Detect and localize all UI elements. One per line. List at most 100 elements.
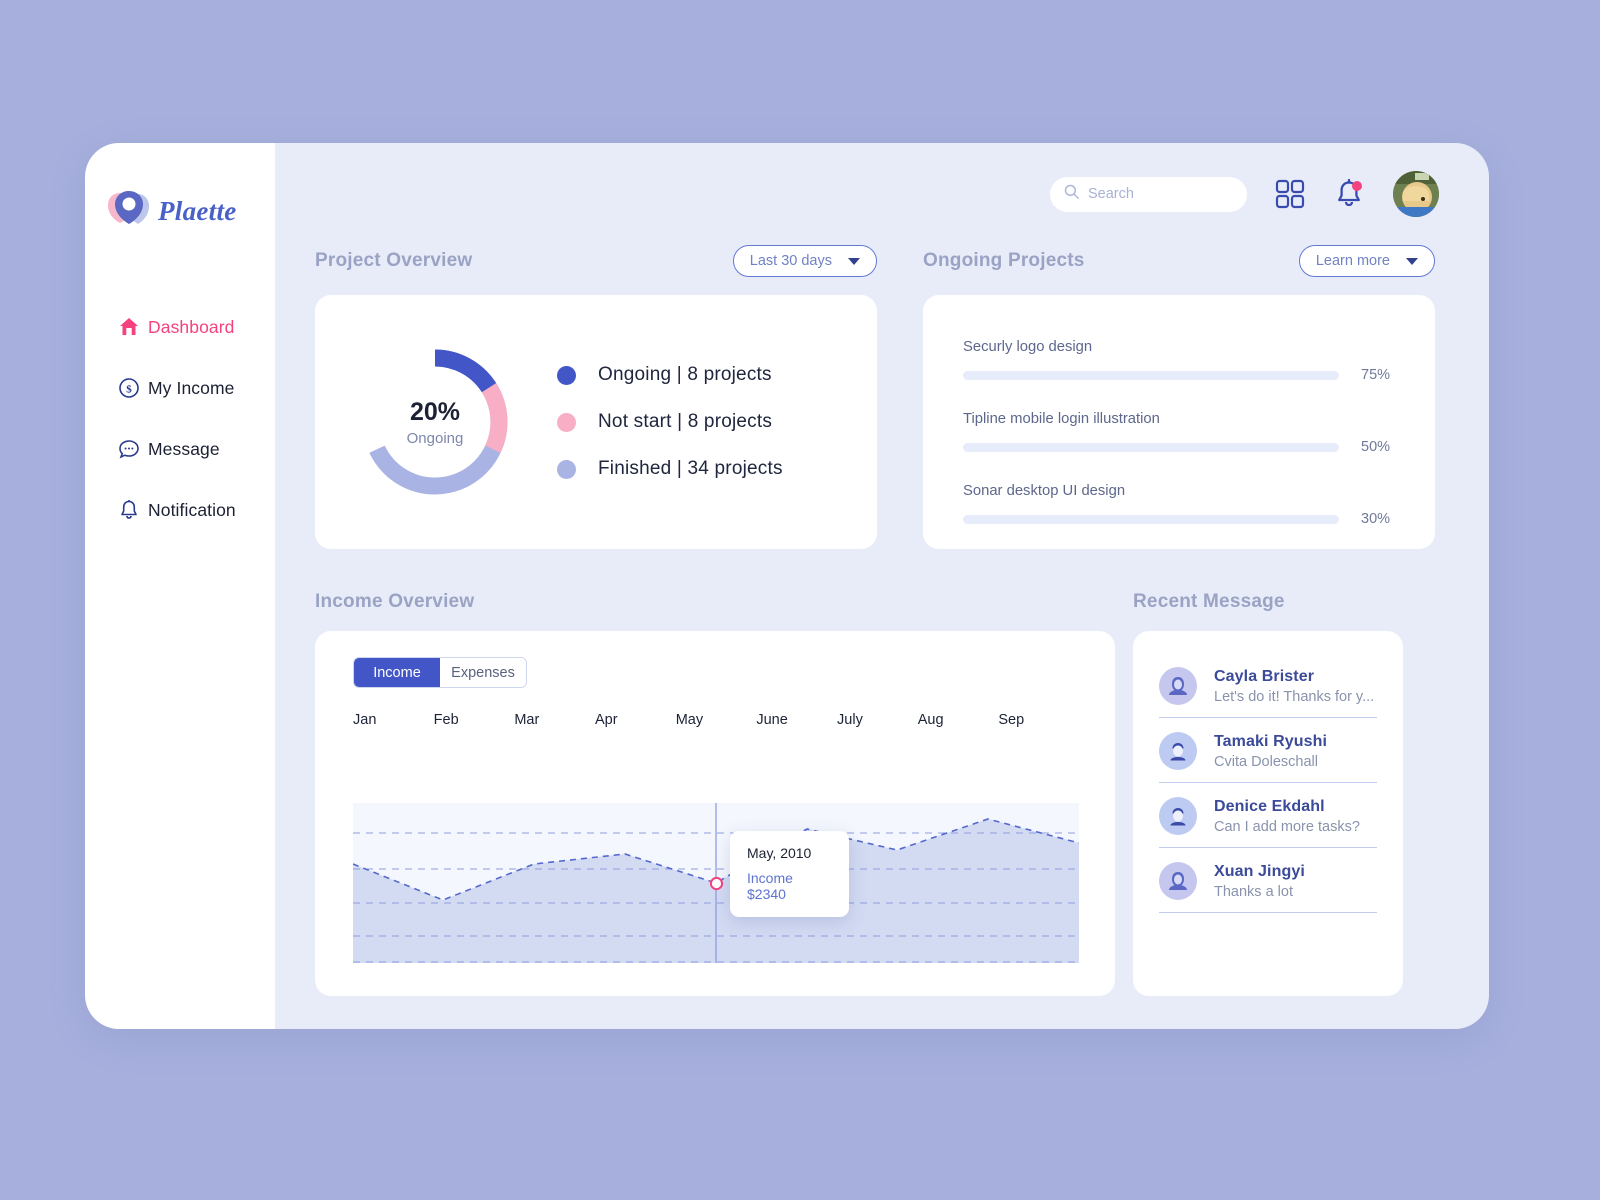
income-overview-panel: Income Overview Income Expenses Jan Feb …	[315, 591, 1115, 996]
chart-x-axis-labels: Jan Feb Mar Apr May June July Aug Sep	[353, 712, 1079, 728]
grid-apps-icon[interactable]	[1275, 179, 1305, 209]
legend-dot-not-start	[557, 412, 576, 432]
chat-bubble-icon	[118, 438, 148, 460]
ongoing-projects-header: Ongoing Projects Learn more	[923, 245, 1435, 277]
income-overview-card: Income Expenses Jan Feb Mar Apr May June…	[315, 631, 1115, 996]
svg-text:$: $	[126, 383, 132, 395]
sidebar-item-dashboard[interactable]: Dashboard	[85, 304, 275, 350]
project-overview-title: Project Overview	[315, 250, 473, 271]
date-range-label: Last 30 days	[749, 253, 832, 269]
x-tick: Aug	[917, 712, 944, 728]
notification-badge	[1352, 181, 1362, 191]
list-item[interactable]: Tamaki Ryushi Cvita Doleschall	[1159, 718, 1377, 783]
legend-dot-ongoing	[557, 365, 576, 385]
sidebar: Plaette Dashboard $ My Income Message No…	[85, 143, 275, 1029]
ongoing-projects-title: Ongoing Projects	[923, 250, 1085, 271]
x-tick: Apr	[595, 712, 618, 728]
x-tick: Mar	[514, 712, 540, 728]
sidebar-item-label: Notification	[148, 499, 236, 520]
project-progress-row: Securly logo design 75%	[963, 339, 1395, 383]
message-sender: Tamaki Ryushi	[1214, 732, 1328, 750]
income-overview-title: Income Overview	[315, 591, 475, 612]
message-preview: Cvita Doleschall	[1214, 753, 1318, 770]
income-area-chart	[352, 803, 1080, 963]
project-progress-row: Tipline mobile login illustration 50%	[963, 411, 1395, 455]
project-progress-row: Sonar desktop UI design 30%	[963, 483, 1395, 527]
tooltip-date: May, 2010	[747, 845, 812, 861]
legend-item: Not start | 8 projects	[557, 399, 783, 446]
income-expense-tabs: Income Expenses	[353, 657, 527, 688]
search-input[interactable]	[1088, 186, 1233, 202]
donut-center-caption: Ongoing	[406, 430, 464, 447]
dollar-circle-icon: $	[118, 377, 148, 399]
bell-icon	[118, 499, 148, 521]
brand-logo[interactable]: Plaette	[85, 181, 275, 241]
male-avatar-icon	[1159, 732, 1197, 770]
ongoing-projects-panel: Ongoing Projects Learn more Securly logo…	[923, 245, 1435, 549]
date-range-dropdown[interactable]: Last 30 days	[732, 245, 877, 277]
dashboard-window: Plaette Dashboard $ My Income Message No…	[85, 143, 1489, 1029]
sidebar-item-label: My Income	[148, 377, 235, 398]
notification-bell-icon[interactable]	[1333, 178, 1365, 210]
tooltip-value: Income $2340	[747, 870, 793, 902]
project-name: Securly logo design	[963, 339, 1093, 355]
list-item[interactable]: Xuan Jingyi Thanks a lot	[1159, 848, 1377, 913]
recent-message-card: Cayla Brister Let's do it! Thanks for y.…	[1133, 631, 1403, 996]
project-legend: Ongoing | 8 projects Not start | 8 proje…	[557, 352, 783, 493]
x-tick: Feb	[433, 712, 459, 728]
main-content: Project Overview Last 30 days	[275, 143, 1489, 1029]
learn-more-dropdown[interactable]: Learn more	[1298, 245, 1435, 277]
project-overview-panel: Project Overview Last 30 days 20% Ongoin…	[315, 245, 877, 549]
project-overview-card: 20% Ongoing Ongoing | 8 projects Not sta…	[315, 295, 877, 549]
message-preview: Can I add more tasks?	[1214, 818, 1360, 835]
list-item[interactable]: Cayla Brister Let's do it! Thanks for y.…	[1159, 653, 1377, 718]
donut-center-value: 20%	[409, 398, 461, 426]
legend-dot-finished	[557, 459, 576, 479]
search-icon	[1064, 184, 1079, 204]
learn-more-label: Learn more	[1315, 253, 1390, 269]
search-bar[interactable]	[1050, 176, 1247, 212]
progress-track	[963, 370, 1339, 380]
male-avatar-icon	[1159, 797, 1197, 835]
x-tick: Sep	[998, 712, 1025, 728]
income-row: Income Overview Income Expenses Jan Feb …	[315, 591, 1449, 996]
message-sender: Xuan Jingyi	[1214, 862, 1305, 880]
recent-message-panel: Recent Message Cayla Brister Let's do it…	[1133, 591, 1403, 996]
progress-percent: 75%	[1361, 367, 1391, 383]
user-avatar[interactable]	[1393, 171, 1439, 217]
message-sender: Denice Ekdahl	[1214, 797, 1325, 815]
sidebar-item-label: Dashboard	[148, 316, 235, 337]
legend-item: Ongoing | 8 projects	[557, 352, 783, 399]
chevron-down-icon	[848, 257, 860, 265]
message-preview: Let's do it! Thanks for y...	[1214, 688, 1375, 705]
legend-label: Ongoing | 8 projects	[598, 364, 772, 385]
sidebar-nav: Dashboard $ My Income Message Notificati…	[85, 304, 275, 533]
project-overview-header: Project Overview Last 30 days	[315, 245, 877, 277]
project-name: Tipline mobile login illustration	[963, 411, 1160, 427]
plaette-logo-icon	[106, 189, 156, 233]
list-item[interactable]: Denice Ekdahl Can I add more tasks?	[1159, 783, 1377, 848]
message-sender: Cayla Brister	[1214, 667, 1315, 685]
highlight-point-marker	[709, 876, 724, 896]
topbar	[315, 143, 1449, 245]
female-avatar-icon	[1159, 667, 1197, 705]
legend-label: Not start | 8 projects	[598, 411, 773, 432]
tab-income[interactable]: Income	[354, 658, 440, 687]
chart-tooltip: May, 2010 Income $2340	[730, 831, 849, 917]
progress-percent: 50%	[1361, 439, 1391, 455]
legend-item: Finished | 34 projects	[557, 446, 783, 493]
ongoing-projects-card: Securly logo design 75% Tipline mobile l…	[923, 295, 1435, 549]
sidebar-item-label: Message	[148, 438, 220, 459]
x-tick: June	[756, 712, 788, 728]
progress-track	[963, 514, 1339, 524]
tab-expenses[interactable]: Expenses	[440, 658, 526, 687]
message-preview: Thanks a lot	[1214, 883, 1293, 900]
x-tick: Jan	[353, 712, 377, 728]
overview-row: Project Overview Last 30 days 20% Ongoin…	[315, 245, 1449, 549]
home-icon	[118, 316, 148, 338]
sidebar-item-message[interactable]: Message	[85, 426, 275, 472]
sidebar-item-my-income[interactable]: $ My Income	[85, 365, 275, 411]
brand-name: Plaette	[158, 195, 237, 226]
sidebar-item-notification[interactable]: Notification	[85, 487, 275, 533]
x-tick: May	[675, 712, 704, 728]
